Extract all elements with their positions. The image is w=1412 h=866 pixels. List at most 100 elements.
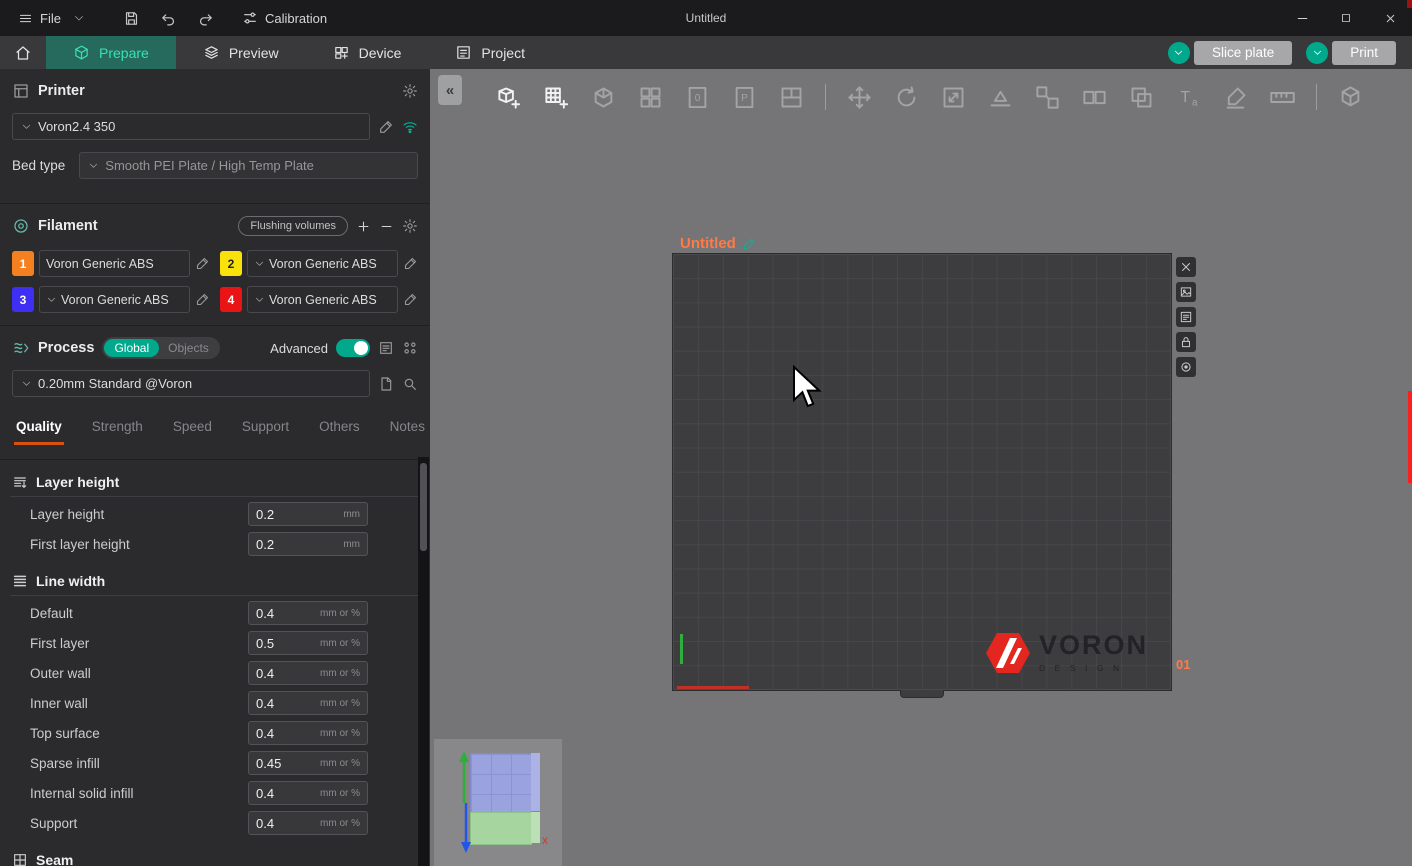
edit-filament-icon[interactable] — [403, 292, 418, 307]
tab-project[interactable]: Project — [428, 36, 552, 69]
filament-preset-select[interactable]: Voron Generic ABS — [39, 286, 190, 313]
undo-icon[interactable] — [160, 10, 177, 27]
flatten-icon[interactable] — [987, 84, 1014, 111]
filament-settings-gear-icon[interactable] — [402, 218, 418, 234]
add-filament-icon[interactable] — [356, 219, 371, 234]
tab-prepare[interactable]: Prepare — [46, 36, 176, 69]
auto-orient-icon[interactable] — [590, 84, 617, 111]
move-icon[interactable] — [846, 84, 873, 111]
close-button[interactable] — [1368, 0, 1412, 36]
save-icon[interactable] — [123, 10, 140, 27]
filament-color-swatch[interactable]: 4 — [220, 287, 242, 312]
text-tool-icon[interactable]: Ta — [1175, 84, 1202, 111]
edit-printer-icon[interactable] — [378, 119, 394, 135]
setting-input[interactable]: 0.2mm — [248, 502, 368, 526]
collapse-sidebar-button[interactable]: « — [438, 75, 462, 105]
file-menu[interactable]: File — [10, 7, 69, 30]
layout-icon[interactable] — [778, 84, 805, 111]
plate-name-text: Untitled — [680, 235, 736, 252]
filament-slot-4[interactable]: 4Voron Generic ABS — [220, 286, 418, 313]
setting-input[interactable]: 0.4mm or % — [248, 661, 368, 685]
split-parts-icon[interactable] — [1081, 84, 1108, 111]
scale-icon[interactable] — [940, 84, 967, 111]
advanced-toggle[interactable] — [336, 339, 370, 357]
arrange-icon[interactable] — [637, 84, 664, 111]
setting-input[interactable]: 0.45mm or % — [248, 751, 368, 775]
mesh-boolean-icon[interactable] — [1128, 84, 1155, 111]
process-tab-support[interactable]: Support — [240, 415, 291, 445]
measure-icon[interactable] — [1269, 84, 1296, 111]
file-chevron-icon[interactable] — [73, 12, 85, 24]
redo-icon[interactable] — [197, 10, 214, 27]
filament-color-swatch[interactable]: 1 — [12, 251, 34, 276]
slice-plate-button[interactable]: Slice plate — [1194, 41, 1292, 65]
process-tab-notes[interactable]: Notes — [388, 415, 427, 445]
filament-preset-select[interactable]: Voron Generic ABS — [247, 250, 398, 277]
filament-slot-2[interactable]: 2Voron Generic ABS — [220, 250, 418, 277]
paint-icon[interactable] — [1222, 84, 1249, 111]
edit-filament-icon[interactable] — [195, 256, 210, 271]
printer-connection-icon[interactable] — [402, 119, 418, 135]
setting-internal-solid-infill: Internal solid infill0.4mm or % — [0, 778, 430, 808]
filament-color-swatch[interactable]: 2 — [220, 251, 242, 276]
printer-settings-gear-icon[interactable] — [402, 83, 418, 99]
scope-global[interactable]: Global — [104, 339, 159, 357]
viewport-3d[interactable]: « 0P Ta Untitled VORON DESIGN — [430, 69, 1412, 866]
compare-presets-icon[interactable] — [402, 340, 418, 356]
edit-filament-icon[interactable] — [403, 256, 418, 271]
filament-slot-3[interactable]: 3Voron Generic ABS — [12, 286, 210, 313]
calibration-button[interactable]: Calibration — [242, 10, 327, 26]
setting-input[interactable]: 0.4mm or % — [248, 721, 368, 745]
search-settings-icon[interactable] — [402, 376, 418, 392]
add-plate-icon[interactable] — [543, 84, 570, 111]
minimize-button[interactable] — [1280, 0, 1324, 36]
setting-input[interactable]: 0.2mm — [248, 532, 368, 556]
process-tab-strength[interactable]: Strength — [90, 415, 145, 445]
sidebar-scrollbar[interactable] — [418, 457, 429, 866]
setting-input[interactable]: 0.5mm or % — [248, 631, 368, 655]
tab-preview[interactable]: Preview — [176, 36, 306, 69]
setting-input[interactable]: 0.4mm or % — [248, 691, 368, 715]
filament-slot-1[interactable]: 1Voron Generic ABS — [12, 250, 210, 277]
setting-input[interactable]: 0.4mm or % — [248, 781, 368, 805]
delete-plate-icon[interactable] — [1176, 257, 1196, 277]
assembly-icon[interactable] — [1337, 84, 1364, 111]
lock-plate-icon[interactable] — [1176, 332, 1196, 352]
save-preset-icon[interactable] — [378, 376, 394, 392]
paste-icon[interactable]: P — [731, 84, 758, 111]
flushing-volumes-button[interactable]: Flushing volumes — [238, 216, 348, 236]
process-tab-quality[interactable]: Quality — [14, 415, 64, 445]
process-preset-select[interactable]: 0.20mm Standard @Voron — [12, 370, 370, 397]
split-objects-icon[interactable] — [1034, 84, 1061, 111]
edit-plate-name-icon[interactable] — [742, 237, 756, 251]
add-object-icon[interactable] — [496, 84, 523, 111]
scrollbar-thumb[interactable] — [420, 463, 427, 551]
filament-color-swatch[interactable]: 3 — [12, 287, 34, 312]
process-tab-speed[interactable]: Speed — [171, 415, 214, 445]
filament-preset-select[interactable]: Voron Generic ABS — [39, 250, 190, 277]
filament-preset-select[interactable]: Voron Generic ABS — [247, 286, 398, 313]
edit-filament-icon[interactable] — [195, 292, 210, 307]
plate-settings-icon[interactable] — [1176, 307, 1196, 327]
scope-toggle[interactable]: Global Objects — [102, 337, 219, 359]
scope-objects[interactable]: Objects — [159, 339, 218, 357]
setting-input[interactable]: 0.4mm or % — [248, 811, 368, 835]
rotate-icon[interactable] — [893, 84, 920, 111]
plate-thumbnail-icon[interactable] — [1176, 282, 1196, 302]
home-button[interactable] — [0, 36, 46, 69]
printer-preset-select[interactable]: Voron2.4 350 — [12, 113, 370, 140]
print-button[interactable]: Print — [1332, 41, 1396, 65]
copy-icon[interactable]: 0 — [684, 84, 711, 111]
bed-type-select[interactable]: Smooth PEI Plate / High Temp Plate — [79, 152, 418, 179]
setting-input[interactable]: 0.4mm or % — [248, 601, 368, 625]
slice-options-button[interactable] — [1168, 42, 1190, 64]
print-options-button[interactable] — [1306, 42, 1328, 64]
plate-name[interactable]: Untitled — [680, 235, 756, 252]
build-plate[interactable]: VORON DESIGN — [672, 253, 1172, 691]
process-list-icon[interactable] — [378, 340, 394, 356]
remove-filament-icon[interactable] — [379, 219, 394, 234]
process-tab-others[interactable]: Others — [317, 415, 362, 445]
maximize-button[interactable] — [1324, 0, 1368, 36]
plate-name-icon[interactable] — [1176, 357, 1196, 377]
tab-device[interactable]: Device — [306, 36, 429, 69]
